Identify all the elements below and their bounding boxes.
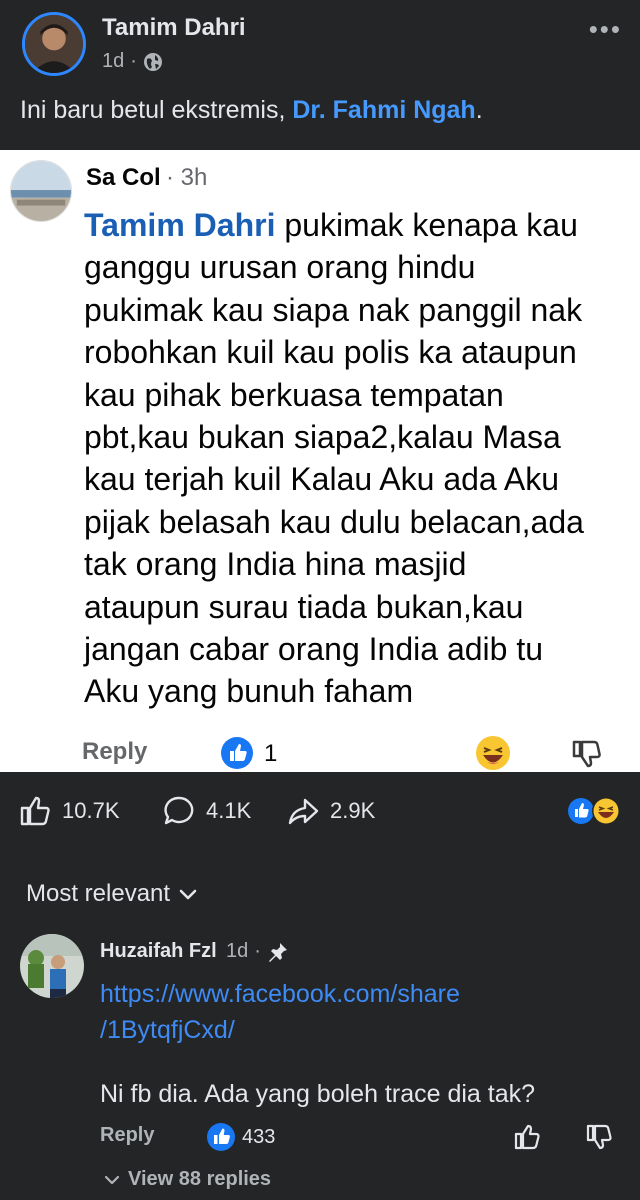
comments-section: Most relevant Huzaifah Fzl 1d · https://… — [0, 850, 640, 1200]
author-avatar[interactable] — [22, 12, 86, 76]
laughing-emoji-icon — [474, 734, 512, 772]
pin-icon — [268, 942, 287, 962]
shot-avatar — [10, 160, 72, 222]
share-count: 2.9K — [330, 798, 376, 823]
shot-line: robohkan kuil kau polis ka ataupun — [84, 334, 577, 371]
shot-line: pukimak kau siapa nak panggil nak — [84, 291, 583, 328]
shot-line: pijak belasah kau dulu belacan,ada — [84, 503, 584, 540]
view-replies-label: View 88 replies — [128, 1168, 272, 1190]
laughing-reaction-icon — [592, 797, 620, 825]
post-mention-link[interactable]: Dr. Fahmi Ngah — [292, 96, 475, 124]
like-badge-icon — [206, 1122, 236, 1152]
chevron-down-icon — [104, 1175, 120, 1184]
shot-reply-label: Reply — [82, 738, 148, 765]
thumbs-up-icon — [514, 1124, 540, 1150]
comment-like-button[interactable] — [512, 1122, 542, 1152]
commenter-name[interactable]: Huzaifah Fzl — [100, 940, 217, 963]
view-replies-button[interactable]: View 88 replies — [104, 1168, 271, 1191]
shot-line: Aku yang bunuh faham — [84, 673, 414, 710]
shot-line: jangan cabar orang India adib tu — [84, 631, 544, 668]
post-time[interactable]: 1d — [102, 50, 124, 73]
shot-line: tak orang India hina masjid — [84, 546, 467, 583]
shot-line: ataupun surau tiada bukan,kau — [84, 588, 524, 625]
like-count: 10.7K — [62, 798, 120, 823]
post-text-after: . — [475, 96, 483, 124]
chevron-down-icon — [179, 889, 197, 900]
commenter-avatar[interactable] — [20, 934, 84, 998]
post-text: Ini baru betul ekstremis, Dr. Fahmi Ngah… — [20, 96, 483, 125]
shot-mention: Tamim Dahri — [84, 207, 276, 243]
shot-line: kau pihak berkuasa tempatan — [84, 376, 504, 413]
comment-count: 4.1K — [206, 798, 252, 823]
post-header: Tamim Dahri 1d · ••• Ini baru betul ekst… — [0, 0, 640, 150]
shot-author-name: Sa Col — [86, 164, 161, 191]
shared-comment-screenshot: Sa Col · 3h Tamim Dahri pukimak kenapa k… — [0, 150, 640, 772]
dislike-icon — [568, 736, 604, 772]
meta-separator: · — [130, 50, 137, 72]
shot-comment-body: Tamim Dahri pukimak kenapa kau ganggu ur… — [84, 204, 624, 713]
like-reaction-icon — [568, 798, 594, 824]
shot-line: kau terjah kuil Kalau Aku ada Aku — [84, 461, 559, 498]
share-arrow-icon — [288, 798, 319, 825]
shot-like-count: 1 — [264, 740, 278, 767]
thumbs-down-icon — [586, 1124, 612, 1150]
more-options-icon[interactable]: ••• — [589, 14, 622, 45]
comment-link-line[interactable]: https://www.facebook.com/share — [100, 976, 520, 1012]
thumbs-up-icon — [20, 796, 50, 826]
like-button[interactable]: 10.7K — [18, 794, 120, 828]
comment-link[interactable]: https://www.facebook.com/share /1BytqfjC… — [100, 976, 520, 1048]
sort-label: Most relevant — [26, 880, 171, 907]
comment-button[interactable]: 4.1K — [162, 794, 251, 828]
like-badge-icon — [220, 736, 254, 770]
comment-link-line[interactable]: /1BytqfjCxd/ — [100, 1012, 520, 1048]
comment-time: 1d — [226, 940, 249, 962]
share-button[interactable]: 2.9K — [286, 794, 375, 828]
post-text-before: Ini baru betul ekstremis, — [20, 96, 293, 124]
post-action-bar: 10.7K 4.1K 2.9K — [0, 772, 640, 850]
comment-dislike-button[interactable] — [584, 1122, 614, 1152]
sort-dropdown[interactable]: Most relevant — [26, 880, 198, 908]
comment-bubble-icon — [164, 796, 194, 825]
shot-line: ganggu urusan orang hindu — [84, 249, 476, 286]
comment-text: Ni fb dia. Ada yang boleh trace dia tak? — [100, 1080, 536, 1108]
comment-meta: 1d · — [226, 940, 289, 963]
shot-line: pbt,kau bukan siapa2,kalau Masa — [84, 419, 561, 456]
reply-button[interactable]: Reply — [100, 1124, 154, 1147]
reaction-summary[interactable] — [566, 796, 622, 826]
post-meta: 1d · — [102, 50, 163, 73]
globe-icon — [143, 52, 163, 72]
shot-time: · 3h — [166, 164, 208, 191]
author-name[interactable]: Tamim Dahri — [102, 14, 246, 42]
comment-like-count: 433 — [242, 1126, 276, 1148]
shot-line-text: pukimak kenapa kau — [284, 207, 578, 243]
meta-separator: · — [254, 940, 261, 962]
shot-line: Tamim Dahri pukimak kenapa kau — [84, 204, 624, 246]
